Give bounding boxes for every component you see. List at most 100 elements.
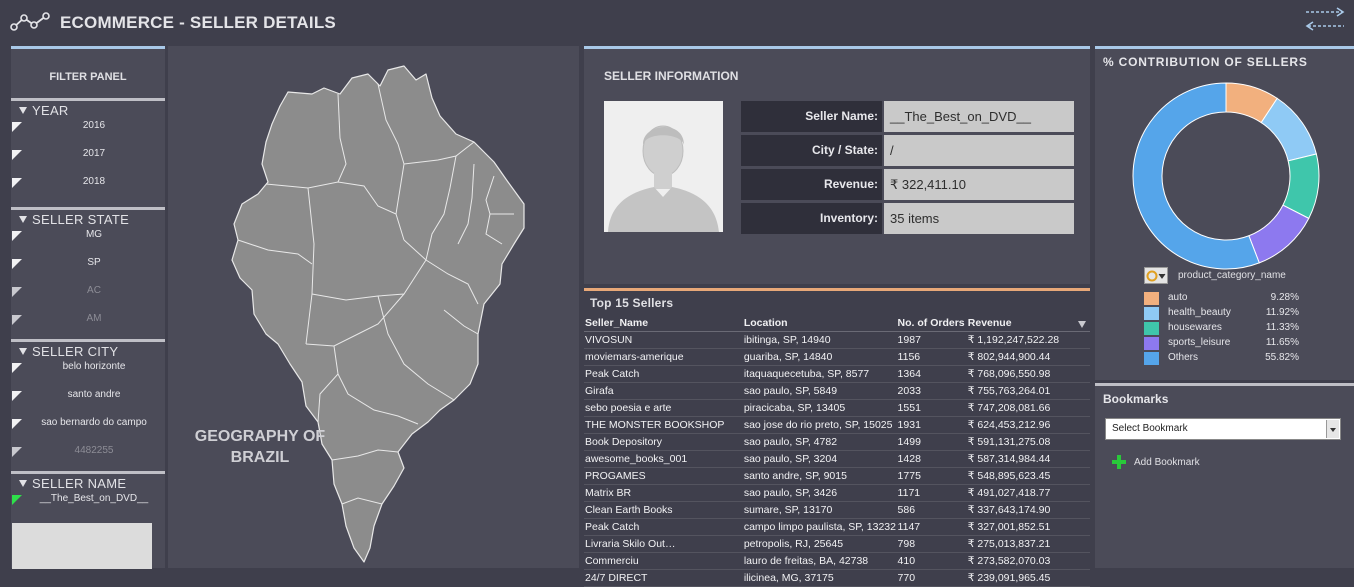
sort-descending-icon[interactable] bbox=[1078, 321, 1086, 328]
legend-item[interactable]: housewares 11.33% bbox=[1144, 321, 1314, 336]
table-row[interactable]: Clean Earth Books sumare, SP, 13170 586 ₹ 3… bbox=[584, 501, 1090, 519]
filter-item-am[interactable]: AM bbox=[11, 313, 165, 341]
contribution-title: % CONTRIBUTION OF SELLERS bbox=[1103, 55, 1308, 69]
filter-item-4482255[interactable]: 4482255 bbox=[11, 445, 165, 473]
filter-item-2016[interactable]: 2016 bbox=[11, 120, 165, 148]
seller-info-title: SELLER INFORMATION bbox=[604, 69, 739, 83]
cell-location: sao paulo, SP, 3426 bbox=[742, 484, 897, 502]
cell-seller-name: THE MONSTER BOOKSHOP bbox=[584, 416, 743, 434]
filter-item-2017[interactable]: 2017 bbox=[11, 148, 165, 176]
filter-item-2018[interactable]: 2018 bbox=[11, 176, 165, 204]
cycle-dimension-button[interactable] bbox=[1144, 267, 1168, 284]
cell-orders: 1171 bbox=[896, 484, 967, 502]
table-row[interactable]: Matrix BR sao paulo, SP, 3426 1171 ₹ 491,02… bbox=[584, 484, 1090, 502]
table-row[interactable]: Commerciu lauro de freitas, BA, 42738 410 ₹… bbox=[584, 552, 1090, 570]
table-row[interactable]: Girafa sao paulo, SP, 5849 2033 ₹ 755,763,2… bbox=[584, 382, 1090, 400]
legend-swatch bbox=[1144, 307, 1159, 320]
avatar bbox=[604, 101, 723, 232]
column-header-seller-name[interactable]: Seller_Name bbox=[584, 315, 743, 332]
legend-swatch bbox=[1144, 337, 1159, 350]
filter-section-header[interactable]: SELLER STATE bbox=[19, 212, 129, 227]
plus-icon bbox=[1112, 455, 1126, 469]
cell-orders: 1364 bbox=[896, 365, 967, 383]
cell-seller-name: Clean Earth Books bbox=[584, 501, 743, 519]
add-bookmark-label: Add Bookmark bbox=[1134, 457, 1200, 468]
chevron-down-icon[interactable] bbox=[1326, 420, 1339, 438]
swap-arrows-icon[interactable] bbox=[1302, 6, 1348, 34]
filter-item-seller-name[interactable]: __The_Best_on_DVD__ bbox=[11, 493, 165, 521]
legend-item[interactable]: Others 55.82% bbox=[1144, 351, 1314, 366]
checkbox-icon bbox=[12, 150, 22, 160]
filter-item-belo-horizonte[interactable]: belo horizonte bbox=[11, 361, 165, 389]
table-row[interactable]: Book Depository sao paulo, SP, 4782 1499 ₹ … bbox=[584, 433, 1090, 451]
legend-swatch bbox=[1144, 292, 1159, 305]
cell-revenue: ₹ 591,131,275.08 bbox=[966, 433, 1090, 451]
cell-location: lauro de freitas, BA, 42738 bbox=[742, 552, 897, 570]
filter-section-header[interactable]: SELLER CITY bbox=[19, 344, 118, 359]
cell-seller-name: Girafa bbox=[584, 382, 743, 400]
cell-revenue: ₹ 548,895,623.45 bbox=[966, 467, 1090, 485]
contribution-panel: % CONTRIBUTION OF SELLERS product_catego… bbox=[1095, 46, 1354, 380]
cell-revenue: ₹ 275,013,837.21 bbox=[966, 535, 1090, 553]
filter-item-sao-bernardo[interactable]: sao bernardo do campo bbox=[11, 417, 165, 445]
donut-slice-sports-leisure[interactable] bbox=[1248, 204, 1310, 264]
contribution-donut-chart[interactable] bbox=[1132, 82, 1320, 270]
cell-revenue: ₹ 239,091,965.45 bbox=[966, 569, 1090, 587]
filter-section-header[interactable]: YEAR bbox=[19, 103, 69, 118]
table-row[interactable]: Peak Catch campo limpo paulista, SP, 1323… bbox=[584, 518, 1090, 536]
table-row[interactable]: moviemars-amerique guariba, SP, 14840 1156… bbox=[584, 348, 1090, 366]
cell-orders: 1499 bbox=[896, 433, 967, 451]
column-header-orders[interactable]: No. of Orders bbox=[896, 315, 967, 332]
city-state-value: / bbox=[884, 135, 1074, 166]
filter-item-ac[interactable]: AC bbox=[11, 285, 165, 313]
column-header-location[interactable]: Location bbox=[742, 315, 897, 332]
checkbox-icon bbox=[12, 178, 22, 188]
cell-revenue: ₹ 768,096,550.98 bbox=[966, 365, 1090, 383]
cell-seller-name: Commerciu bbox=[584, 552, 743, 570]
legend-item[interactable]: health_beauty 11.92% bbox=[1144, 306, 1314, 321]
cell-location: sao paulo, SP, 3204 bbox=[742, 450, 897, 468]
table-row[interactable]: PROGAMES santo andre, SP, 9015 1775 ₹ 548,8… bbox=[584, 467, 1090, 485]
table-row[interactable]: VIVOSUN ibitinga, SP, 14940 1987 ₹ 1,192,24… bbox=[584, 331, 1090, 349]
cell-seller-name: moviemars-amerique bbox=[584, 348, 743, 366]
legend-label: auto bbox=[1168, 292, 1188, 303]
filter-panel: FILTER PANEL YEAR 2016 2017 2018 SELLER … bbox=[11, 46, 165, 569]
filter-empty-box bbox=[12, 523, 152, 569]
filter-item-sp[interactable]: SP bbox=[11, 257, 165, 285]
cell-location: campo limpo paulista, SP, 13232 bbox=[742, 518, 897, 536]
brazil-map[interactable] bbox=[228, 64, 528, 569]
filter-item-mg[interactable]: MG bbox=[11, 229, 165, 257]
cell-location: piracicaba, SP, 13405 bbox=[742, 399, 897, 417]
cell-location: sumare, SP, 13170 bbox=[742, 501, 897, 519]
cell-revenue: ₹ 491,027,418.77 bbox=[966, 484, 1090, 502]
cell-orders: 1987 bbox=[896, 331, 967, 349]
top-sellers-panel: Top 15 Sellers Seller_Name Location No. … bbox=[584, 288, 1090, 587]
table-row[interactable]: Livraria Skilo Out… petropolis, RJ, 25645… bbox=[584, 535, 1090, 553]
table-row[interactable]: 24/7 DIRECT ilicinea, MG, 37175 770 ₹ 239,0… bbox=[584, 569, 1090, 587]
cell-location: sao jose do rio preto, SP, 15025 bbox=[742, 416, 897, 434]
bookmark-select[interactable]: Select Bookmark bbox=[1105, 418, 1341, 440]
table-row[interactable]: THE MONSTER BOOKSHOP sao jose do rio pret… bbox=[584, 416, 1090, 434]
legend-percent: 11.65% bbox=[1265, 337, 1299, 348]
cell-location: petropolis, RJ, 25645 bbox=[742, 535, 897, 553]
map-caption: GEOGRAPHY OF BRAZIL bbox=[194, 428, 326, 466]
legend-percent: 11.33% bbox=[1265, 322, 1299, 333]
bookmarks-title: Bookmarks bbox=[1103, 392, 1169, 406]
table-row[interactable]: Peak Catch itaquaquecetuba, SP, 8577 1364 ₹… bbox=[584, 365, 1090, 383]
table-row[interactable]: sebo poesia e arte piracicaba, SP, 13405 1… bbox=[584, 399, 1090, 417]
table-row[interactable]: awesome_books_001 sao paulo, SP, 3204 1428… bbox=[584, 450, 1090, 468]
cell-seller-name: Matrix BR bbox=[584, 484, 743, 502]
cell-orders: 1428 bbox=[896, 450, 967, 468]
legend-label: housewares bbox=[1168, 322, 1222, 333]
column-header-revenue[interactable]: Revenue bbox=[966, 315, 1090, 332]
cell-location: sao paulo, SP, 5849 bbox=[742, 382, 897, 400]
filter-item-santo-andre[interactable]: santo andre bbox=[11, 389, 165, 417]
cell-location: santo andre, SP, 9015 bbox=[742, 467, 897, 485]
legend-item[interactable]: sports_leisure 11.65% bbox=[1144, 336, 1314, 351]
cell-orders: 798 bbox=[896, 535, 967, 553]
legend-swatch bbox=[1144, 352, 1159, 365]
cell-seller-name: sebo poesia e arte bbox=[584, 399, 743, 417]
cell-revenue: ₹ 747,208,081.66 bbox=[966, 399, 1090, 417]
filter-section-header[interactable]: SELLER NAME bbox=[19, 476, 126, 491]
legend-item[interactable]: auto 9.28% bbox=[1144, 291, 1314, 306]
